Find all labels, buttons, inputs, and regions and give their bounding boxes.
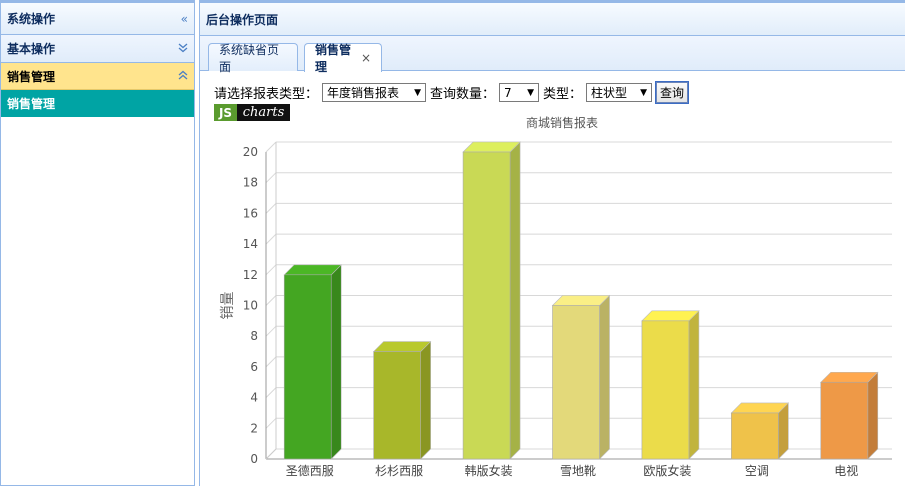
bar-side <box>599 294 610 460</box>
content-area: 请选择报表类型： 年度销售报表 ▼ 查询数量： 7 ▼ 类型： 柱状型 ▼ 查询… <box>200 74 905 486</box>
tab-default-page[interactable]: 系统缺省页面 <box>208 43 298 74</box>
gridline-side <box>265 203 277 214</box>
bar-side <box>867 371 879 460</box>
y-tick-label: 20 <box>243 145 258 159</box>
report-type-value: 年度销售报表 <box>327 86 400 100</box>
x-tick-label: 杉杉西服 <box>375 464 423 478</box>
double-chevron-up-icon <box>178 69 188 83</box>
y-tick-label: 10 <box>243 299 258 313</box>
chart-title: 商城销售报表 <box>526 115 598 130</box>
gridline-side <box>265 233 277 245</box>
gridline-side <box>265 264 277 276</box>
y-tick-label: 8 <box>250 329 258 343</box>
filter-bar: 请选择报表类型： 年度销售报表 ▼ 查询数量： 7 ▼ 类型： 柱状型 ▼ 查询 <box>214 81 690 104</box>
main-panel: 后台操作页面 系统缺省页面 销售管理 × 请选择报表类型： 年度销售报表 ▼ 查… <box>199 0 905 486</box>
floor-edge <box>265 448 277 460</box>
bar <box>552 305 600 460</box>
sidebar-header: 系统操作 « <box>1 3 194 35</box>
tab-bar: 系统缺省页面 销售管理 × <box>200 36 905 74</box>
sidebar-group-sales[interactable]: 销售管理 <box>1 63 194 90</box>
y-tick-label: 18 <box>243 176 258 190</box>
count-label: 查询数量： <box>430 87 496 102</box>
bar-side <box>688 310 700 460</box>
y-tick-label: 2 <box>250 421 258 435</box>
sidebar-item-label: 销售管理 <box>7 97 56 111</box>
tab-sales-management[interactable]: 销售管理 × <box>304 43 382 74</box>
bar <box>373 351 421 460</box>
dropdown-arrow-icon: ▼ <box>414 87 422 98</box>
gridline-side <box>265 141 277 153</box>
x-tick-label: 圣德西服 <box>286 463 334 478</box>
sidebar-group-label: 销售管理 <box>7 69 56 84</box>
x-tick-label: 韩版女装 <box>465 463 513 478</box>
y-tick-label: 6 <box>250 360 258 374</box>
chart-type-value: 柱状型 <box>591 86 628 100</box>
sidebar-group-basic[interactable]: 基本操作 <box>1 35 194 63</box>
bar <box>820 381 869 460</box>
bar-top <box>551 295 611 306</box>
bar <box>731 412 779 460</box>
x-tick-label: 欧版女装 <box>643 463 691 478</box>
bar-top <box>641 310 700 322</box>
bar-top <box>820 371 879 383</box>
count-value: 7 <box>504 85 512 100</box>
bar-side <box>330 264 342 460</box>
gridline-side <box>265 417 277 429</box>
bar <box>283 274 332 460</box>
dropdown-arrow-icon: ▼ <box>640 87 648 98</box>
bar-side <box>420 340 431 460</box>
tab-label: 销售管理 <box>315 43 352 74</box>
report-type-select[interactable]: 年度销售报表 ▼ <box>322 83 427 102</box>
bar-top <box>730 402 790 414</box>
y-tick-label: 14 <box>243 237 258 251</box>
sidebar: 系统操作 « 基本操作 销售管理 销售管理 <box>0 0 195 486</box>
gridline-side <box>265 325 277 337</box>
x-tick-label: 空调 <box>745 464 769 478</box>
y-tick-label: 0 <box>250 452 258 466</box>
bar-side <box>509 141 521 460</box>
y-tick-label: 16 <box>243 206 258 220</box>
page-title: 后台操作页面 <box>206 12 279 27</box>
y-axis-label: 销量 <box>220 292 236 320</box>
bar <box>462 151 511 460</box>
y-tick-label: 12 <box>243 268 258 282</box>
gridline-side <box>265 172 277 184</box>
query-button[interactable]: 查询 <box>655 81 690 104</box>
sidebar-title: 系统操作 <box>7 12 56 26</box>
x-tick-label: 雪地靴 <box>560 464 596 478</box>
double-chevron-down-icon <box>178 42 188 56</box>
tab-label: 系统缺省页面 <box>219 42 280 74</box>
sales-bar-chart: 商城销售报表 0 2 4 6 8 10 12 14 16 18 20 销量圣德西服 杉杉西服 韩版女装 雪地靴… <box>220 115 892 478</box>
chart-type-select[interactable]: 柱状型 ▼ <box>586 83 653 102</box>
chart-type-label: 类型： <box>543 87 583 102</box>
bar <box>641 320 690 460</box>
gridline-side <box>265 387 277 398</box>
sidebar-item-sales-management[interactable]: 销售管理 <box>1 90 194 117</box>
dropdown-arrow-icon: ▼ <box>527 87 535 98</box>
gridline-side <box>265 356 277 368</box>
sidebar-group-label: 基本操作 <box>7 42 56 56</box>
report-type-label: 请选择报表类型： <box>214 87 319 102</box>
bar-top <box>283 264 342 276</box>
close-icon[interactable]: × <box>361 51 371 65</box>
bar-top <box>462 141 521 153</box>
bar-top <box>372 341 432 352</box>
gridline-side <box>265 295 277 306</box>
main-header: 后台操作页面 <box>200 3 905 36</box>
y-tick-label: 4 <box>250 391 258 405</box>
double-chevron-left-icon[interactable]: « <box>181 12 188 26</box>
x-tick-label: 电视 <box>834 463 858 478</box>
count-select[interactable]: 7 ▼ <box>499 83 540 102</box>
